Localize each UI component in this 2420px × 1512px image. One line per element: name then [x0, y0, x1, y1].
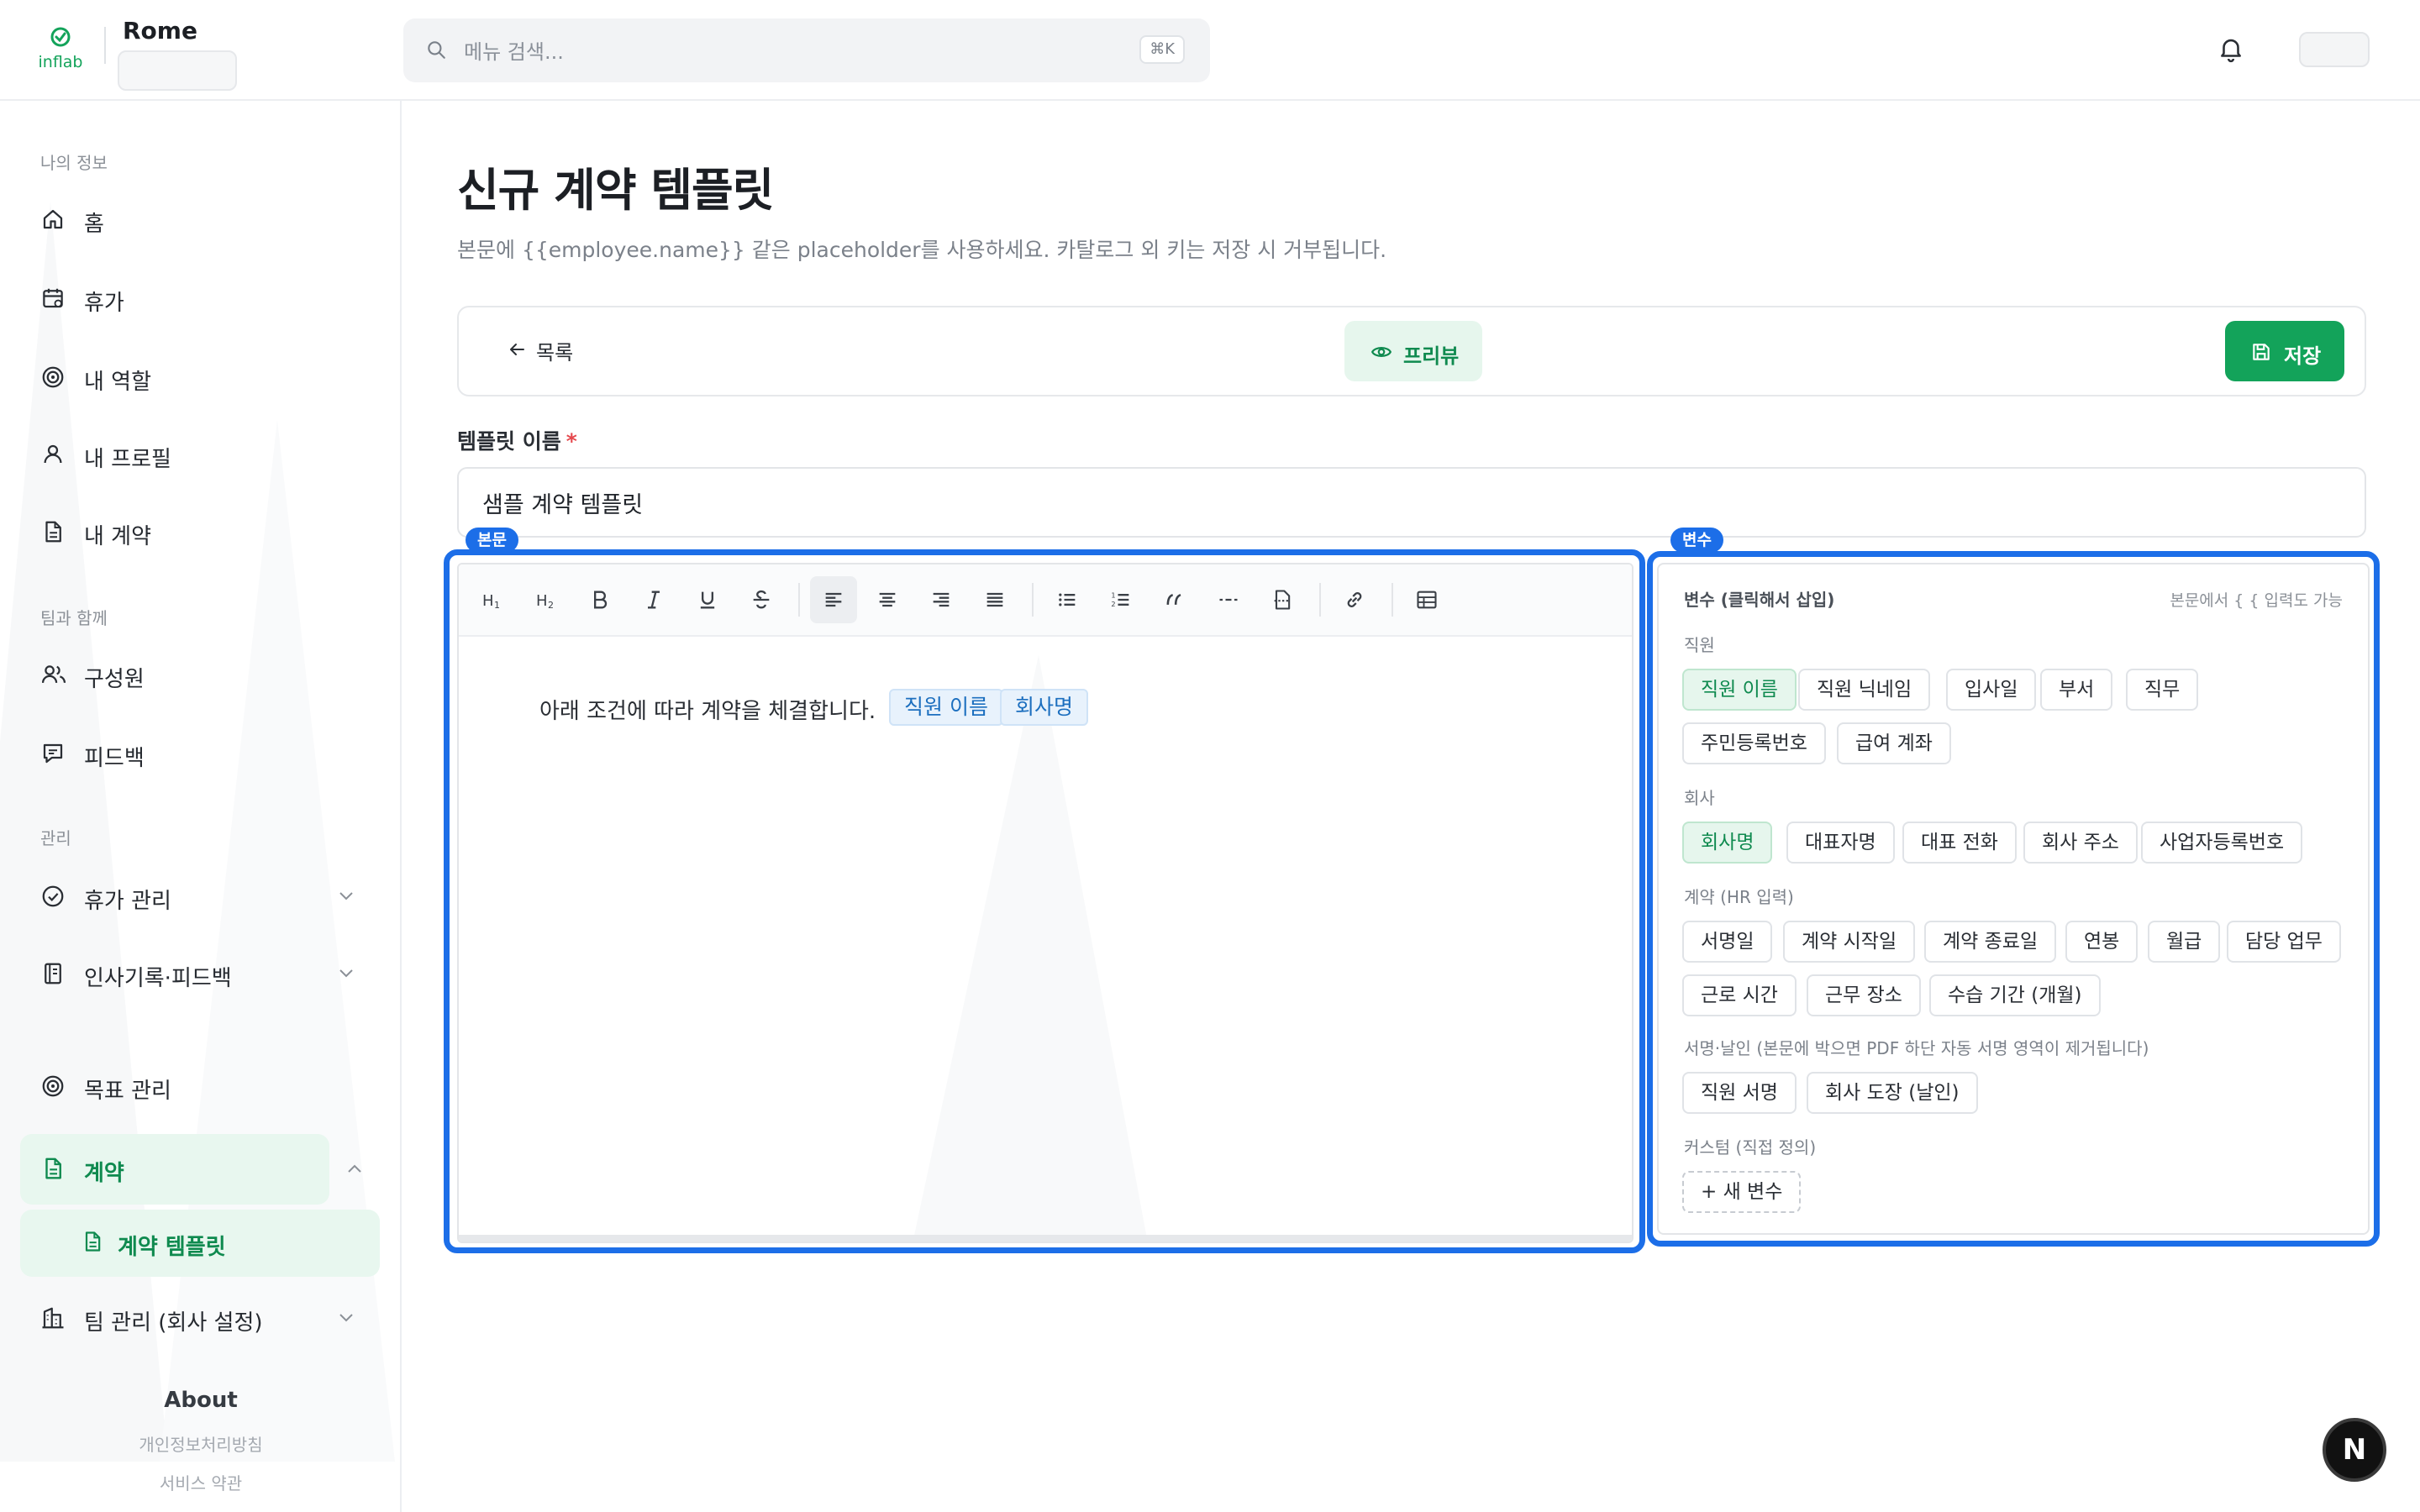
user-menu-button[interactable]	[2299, 32, 2370, 67]
variables-highlight-frame	[1647, 551, 2380, 1247]
message-icon	[40, 741, 66, 766]
check-circle-icon	[40, 884, 66, 909]
notification-bell-icon[interactable]	[2217, 34, 2245, 64]
search-icon	[425, 39, 447, 60]
sidebar-item-leave-admin[interactable]: 휴가 관리	[20, 862, 380, 932]
sidebar-item-label: 내 역할	[84, 370, 152, 395]
search-shortcut-badge: ⌘K	[1139, 35, 1185, 64]
sidebar-item-label: 휴가 관리	[84, 889, 171, 914]
org-name: Rome	[123, 17, 197, 45]
menu-search[interactable]: 메뉴 검색... ⌘K	[403, 18, 1210, 82]
sidebar-item-label: 피드백	[84, 746, 145, 771]
sidebar-item-leave[interactable]: 휴가	[20, 264, 380, 334]
page-description: 본문에 {{employee.name}} 같은 placeholder를 사용…	[457, 238, 1387, 262]
chevron-down-icon	[338, 1312, 355, 1324]
logo-divider	[104, 27, 106, 64]
sidebar-item-feedback[interactable]: 피드백	[20, 719, 380, 790]
sidebar-item-hr-records[interactable]: 인사기록·피드백	[20, 939, 380, 1010]
sidebar-item-profile[interactable]: 내 프로필	[20, 420, 380, 491]
notebook-icon	[40, 961, 66, 986]
eye-icon	[1370, 341, 1393, 363]
sidebar-item-contract-templates[interactable]: 계약 템플릿	[20, 1210, 380, 1277]
privacy-policy-link[interactable]: 개인정보처리방침	[0, 1431, 400, 1456]
sidebar-item-label: 휴가	[84, 291, 124, 316]
sidebar-item-label: 계약 템플릿	[118, 1235, 226, 1260]
fab-label: N	[2342, 1433, 2367, 1467]
body-section-tag: 본문	[466, 528, 518, 553]
top-header: inflab Rome 메뉴 검색... ⌘K	[0, 0, 2420, 101]
sidebar-item-members[interactable]: 구성원	[20, 640, 380, 711]
users-icon	[40, 662, 67, 687]
chevron-up-icon[interactable]	[346, 1163, 363, 1174]
preview-label: 프리뷰	[1403, 344, 1460, 368]
nextjs-devtools-button[interactable]: N	[2323, 1418, 2386, 1482]
sidebar: 나의 정보 홈 휴가 내 역할 내 프로필 내 계약 팀과 함께 구성원 피드백…	[0, 101, 402, 1512]
sidebar-item-label: 홈	[84, 212, 104, 237]
target-icon	[40, 365, 66, 390]
chevron-down-icon	[338, 890, 355, 902]
page-title: 신규 계약 템플릿	[457, 164, 774, 217]
section-label-my: 나의 정보	[40, 153, 108, 173]
sidebar-item-label: 내 계약	[84, 524, 152, 549]
sidebar-item-contracts[interactable]: 계약	[20, 1134, 329, 1205]
template-name-label: 템플릿 이름 *	[457, 429, 577, 454]
building-icon	[40, 1305, 66, 1331]
save-label: 저장	[2284, 344, 2322, 368]
target-icon	[40, 1074, 66, 1099]
chevron-down-icon	[338, 968, 355, 979]
document-icon	[40, 519, 66, 544]
user-icon	[40, 442, 66, 467]
sidebar-item-role[interactable]: 내 역할	[20, 343, 380, 413]
logo-wordmark: inflab	[39, 53, 83, 71]
sidebar-item-label: 인사기록·피드백	[84, 966, 232, 991]
body-highlight-frame	[444, 549, 1645, 1253]
sidebar-item-label: 목표 관리	[84, 1079, 171, 1104]
search-placeholder: 메뉴 검색...	[464, 40, 564, 64]
section-label-admin: 관리	[40, 828, 71, 848]
save-button[interactable]: 저장	[2225, 321, 2344, 381]
template-name-input[interactable]	[457, 467, 2366, 538]
sidebar-item-label: 구성원	[84, 667, 145, 692]
terms-link[interactable]: 서비스 약관	[0, 1470, 400, 1494]
document-icon	[81, 1230, 104, 1253]
sidebar-item-my-contract[interactable]: 내 계약	[20, 497, 380, 568]
sidebar-item-goals[interactable]: 목표 관리	[20, 1052, 380, 1122]
sidebar-item-home[interactable]: 홈	[20, 185, 380, 255]
about-title: About	[164, 1388, 238, 1413]
variables-section-tag: 변수	[1670, 528, 1723, 553]
sidebar-item-label: 내 프로필	[84, 447, 171, 472]
org-switcher[interactable]	[118, 50, 237, 91]
back-label: 목록	[536, 341, 574, 365]
calendar-icon	[40, 286, 66, 311]
home-icon	[40, 207, 66, 232]
sidebar-item-label: 계약	[84, 1161, 124, 1186]
section-label-team: 팀과 함께	[40, 608, 108, 628]
save-icon	[2250, 341, 2272, 363]
arrow-left-icon	[506, 339, 528, 360]
sidebar-item-label: 팀 관리 (회사 설정)	[84, 1310, 263, 1336]
required-mark: *	[566, 429, 577, 454]
preview-button[interactable]: 프리뷰	[1344, 321, 1482, 381]
sidebar-item-team-admin[interactable]: 팀 관리 (회사 설정)	[20, 1284, 380, 1354]
inflab-logo[interactable]: inflab	[30, 25, 91, 76]
action-bar: 목록 프리뷰 저장	[457, 306, 2366, 396]
document-icon	[40, 1156, 66, 1181]
